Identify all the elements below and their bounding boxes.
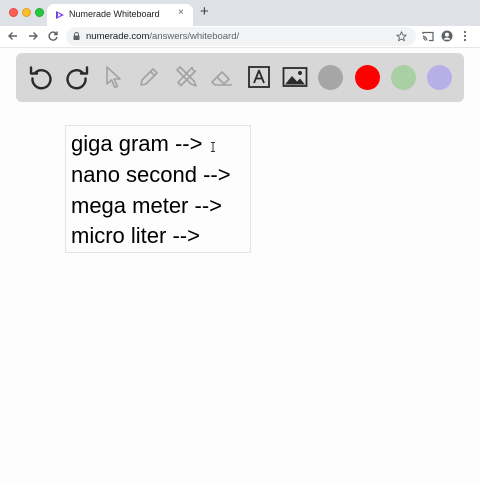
image-icon — [282, 67, 308, 87]
pointer-icon — [106, 66, 121, 89]
back-icon[interactable] — [7, 30, 19, 42]
cast-icon[interactable] — [422, 31, 434, 42]
reload-icon[interactable] — [47, 30, 59, 42]
window-minimize-button[interactable] — [22, 8, 31, 17]
tools-icon — [176, 66, 197, 87]
pencil-tool-button[interactable] — [135, 63, 163, 91]
numerade-logo-icon — [56, 11, 64, 19]
text-line: nano second --> — [71, 162, 231, 187]
tab-title: Numerade Whiteboard — [69, 9, 160, 19]
text-line: mega meter --> — [71, 193, 222, 218]
whiteboard-toolbar — [16, 53, 464, 102]
new-tab-button[interactable]: + — [200, 4, 209, 20]
redo-button[interactable] — [63, 63, 91, 91]
address-bar[interactable]: numerade.com/answers/whiteboard/ — [66, 27, 416, 46]
select-tool-button[interactable] — [100, 63, 128, 91]
lock-icon — [73, 32, 80, 40]
color-swatch-green[interactable] — [391, 65, 416, 90]
window-zoom-button[interactable] — [35, 8, 44, 17]
window-close-button[interactable] — [9, 8, 18, 17]
redo-icon — [66, 66, 89, 90]
menu-kebab-icon[interactable] — [462, 30, 468, 42]
browser-nav-bar: numerade.com/answers/whiteboard/ — [0, 26, 480, 48]
text-tool-button[interactable] — [245, 63, 273, 91]
pencil-icon — [140, 68, 158, 86]
url-host: numerade.com — [86, 31, 150, 42]
tab-close-button[interactable]: × — [178, 7, 184, 18]
text-tool-icon — [248, 66, 270, 88]
profile-avatar-icon[interactable] — [441, 30, 453, 42]
url-text: numerade.com/answers/whiteboard/ — [86, 31, 239, 42]
image-tool-button[interactable] — [281, 63, 309, 91]
undo-icon — [29, 66, 52, 90]
whiteboard-text-box[interactable]: giga gram --> nano second --> mega meter… — [65, 125, 251, 253]
text-cursor-icon — [211, 142, 215, 152]
forward-icon[interactable] — [27, 30, 39, 42]
color-swatch-lavender[interactable] — [427, 65, 452, 90]
color-swatch-red[interactable] — [355, 65, 380, 90]
browser-tab-bar: Numerade Whiteboard × + — [0, 0, 480, 26]
browser-tab[interactable]: Numerade Whiteboard × — [47, 4, 193, 26]
text-line: giga gram --> — [71, 131, 203, 156]
url-path: /answers/whiteboard/ — [149, 31, 240, 42]
tools-button[interactable] — [172, 63, 200, 91]
eraser-icon — [211, 71, 232, 86]
text-line: micro liter --> — [71, 223, 200, 248]
bookmark-star-icon[interactable] — [396, 31, 407, 42]
undo-button[interactable] — [27, 63, 55, 91]
eraser-tool-button[interactable] — [208, 63, 236, 91]
color-swatch-gray[interactable] — [318, 65, 343, 90]
